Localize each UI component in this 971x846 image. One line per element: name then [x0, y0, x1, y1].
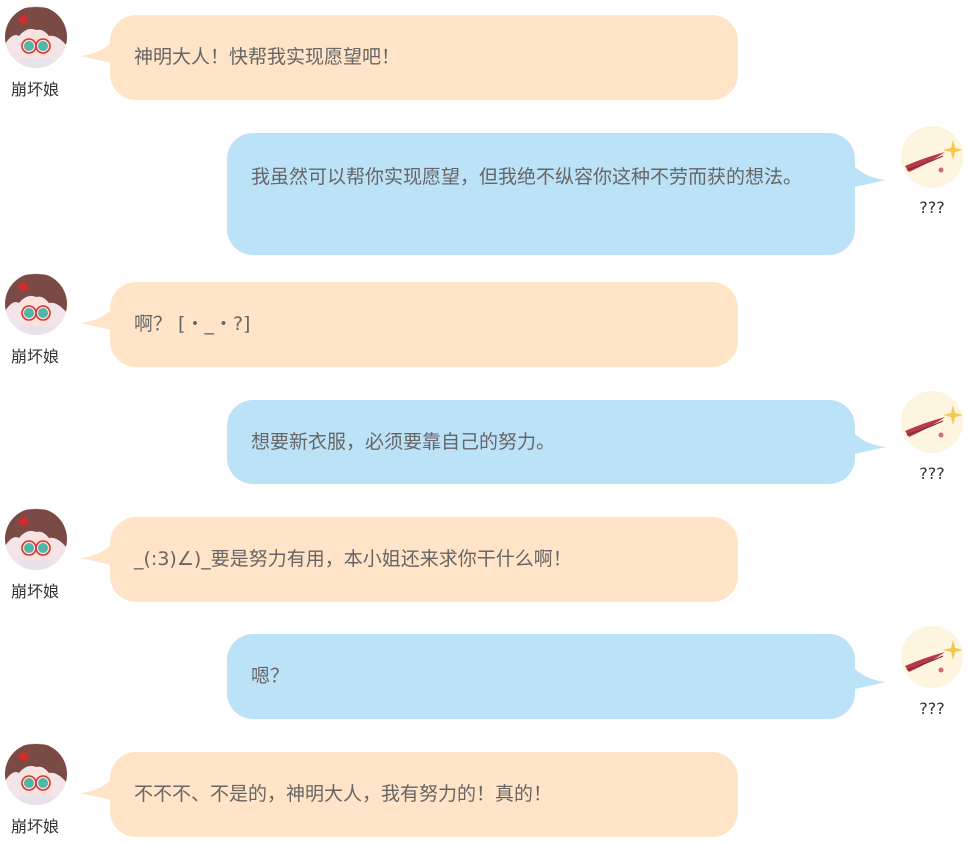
speaker-name: 崩坏娘	[10, 817, 59, 836]
message-bubble: 嗯？	[227, 634, 855, 719]
message-text: 想要新衣服，必须要靠自己的努力。	[251, 431, 556, 453]
speaker-name: ???	[919, 464, 945, 483]
deity-sparkle-avatar-icon[interactable]	[901, 126, 963, 188]
bubble-tail-right	[850, 162, 886, 188]
anime-girl-avatar-icon[interactable]	[5, 273, 67, 335]
message-bubble: 不不不、不是的，神明大人，我有努力的！真的！	[110, 752, 738, 837]
message-text: 不不不、不是的，神明大人，我有努力的！真的！	[134, 783, 553, 805]
bubble-tail-right	[850, 664, 886, 690]
deity-sparkle-avatar-icon[interactable]	[901, 391, 963, 453]
message-text: 神明大人！快帮我实现愿望吧！	[134, 46, 401, 68]
message-bubble: _(:3)∠)_要是努力有用，本小姐还来求你干什么啊！	[110, 517, 738, 602]
speaker-name: 崩坏娘	[10, 80, 59, 99]
chat-log: 崩坏娘 神明大人！快帮我实现愿望吧！ ??? 我虽然可以帮你实现愿望，但我绝不纵…	[0, 0, 971, 846]
message-bubble: 神明大人！快帮我实现愿望吧！	[110, 15, 738, 100]
message-text: 啊？ [・_・?]	[134, 313, 251, 335]
bubble-tail-right	[850, 429, 886, 455]
speaker-name: ???	[919, 198, 945, 217]
anime-girl-avatar-icon[interactable]	[5, 743, 67, 805]
message-text: 我虽然可以帮你实现愿望，但我绝不纵容你这种不劳而获的想法。	[251, 166, 803, 188]
message-bubble: 我虽然可以帮你实现愿望，但我绝不纵容你这种不劳而获的想法。	[227, 133, 855, 255]
message-text: _(:3)∠)_要是努力有用，本小姐还来求你干什么啊！	[134, 548, 572, 570]
speaker-name: 崩坏娘	[10, 347, 59, 366]
anime-girl-avatar-icon[interactable]	[5, 6, 67, 68]
message-bubble: 想要新衣服，必须要靠自己的努力。	[227, 400, 855, 484]
speaker-name: 崩坏娘	[10, 582, 59, 601]
message-bubble: 啊？ [・_・?]	[110, 282, 738, 367]
deity-sparkle-avatar-icon[interactable]	[901, 626, 963, 688]
speaker-name: ???	[919, 699, 945, 718]
anime-girl-avatar-icon[interactable]	[5, 508, 67, 570]
message-text: 嗯？	[251, 665, 290, 687]
